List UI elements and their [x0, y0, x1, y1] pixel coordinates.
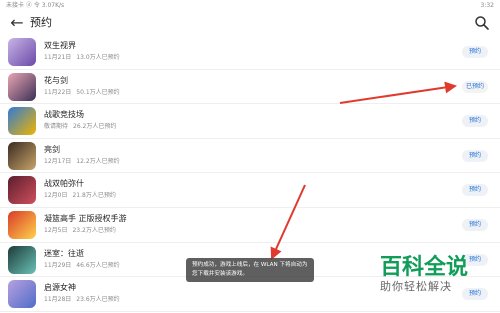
arrow-to-toast	[270, 184, 306, 260]
arrow-to-reserved-button	[339, 81, 457, 104]
toast-message: 预约成功，游戏上线后，在 WLAN 下将自动为您下载并安装该游戏。	[186, 258, 314, 282]
watermark-title: 百科全说	[380, 255, 469, 280]
watermark: 百科全说 助你轻松解决	[380, 256, 468, 294]
watermark-subtitle: 助你轻松解决	[380, 280, 452, 293]
